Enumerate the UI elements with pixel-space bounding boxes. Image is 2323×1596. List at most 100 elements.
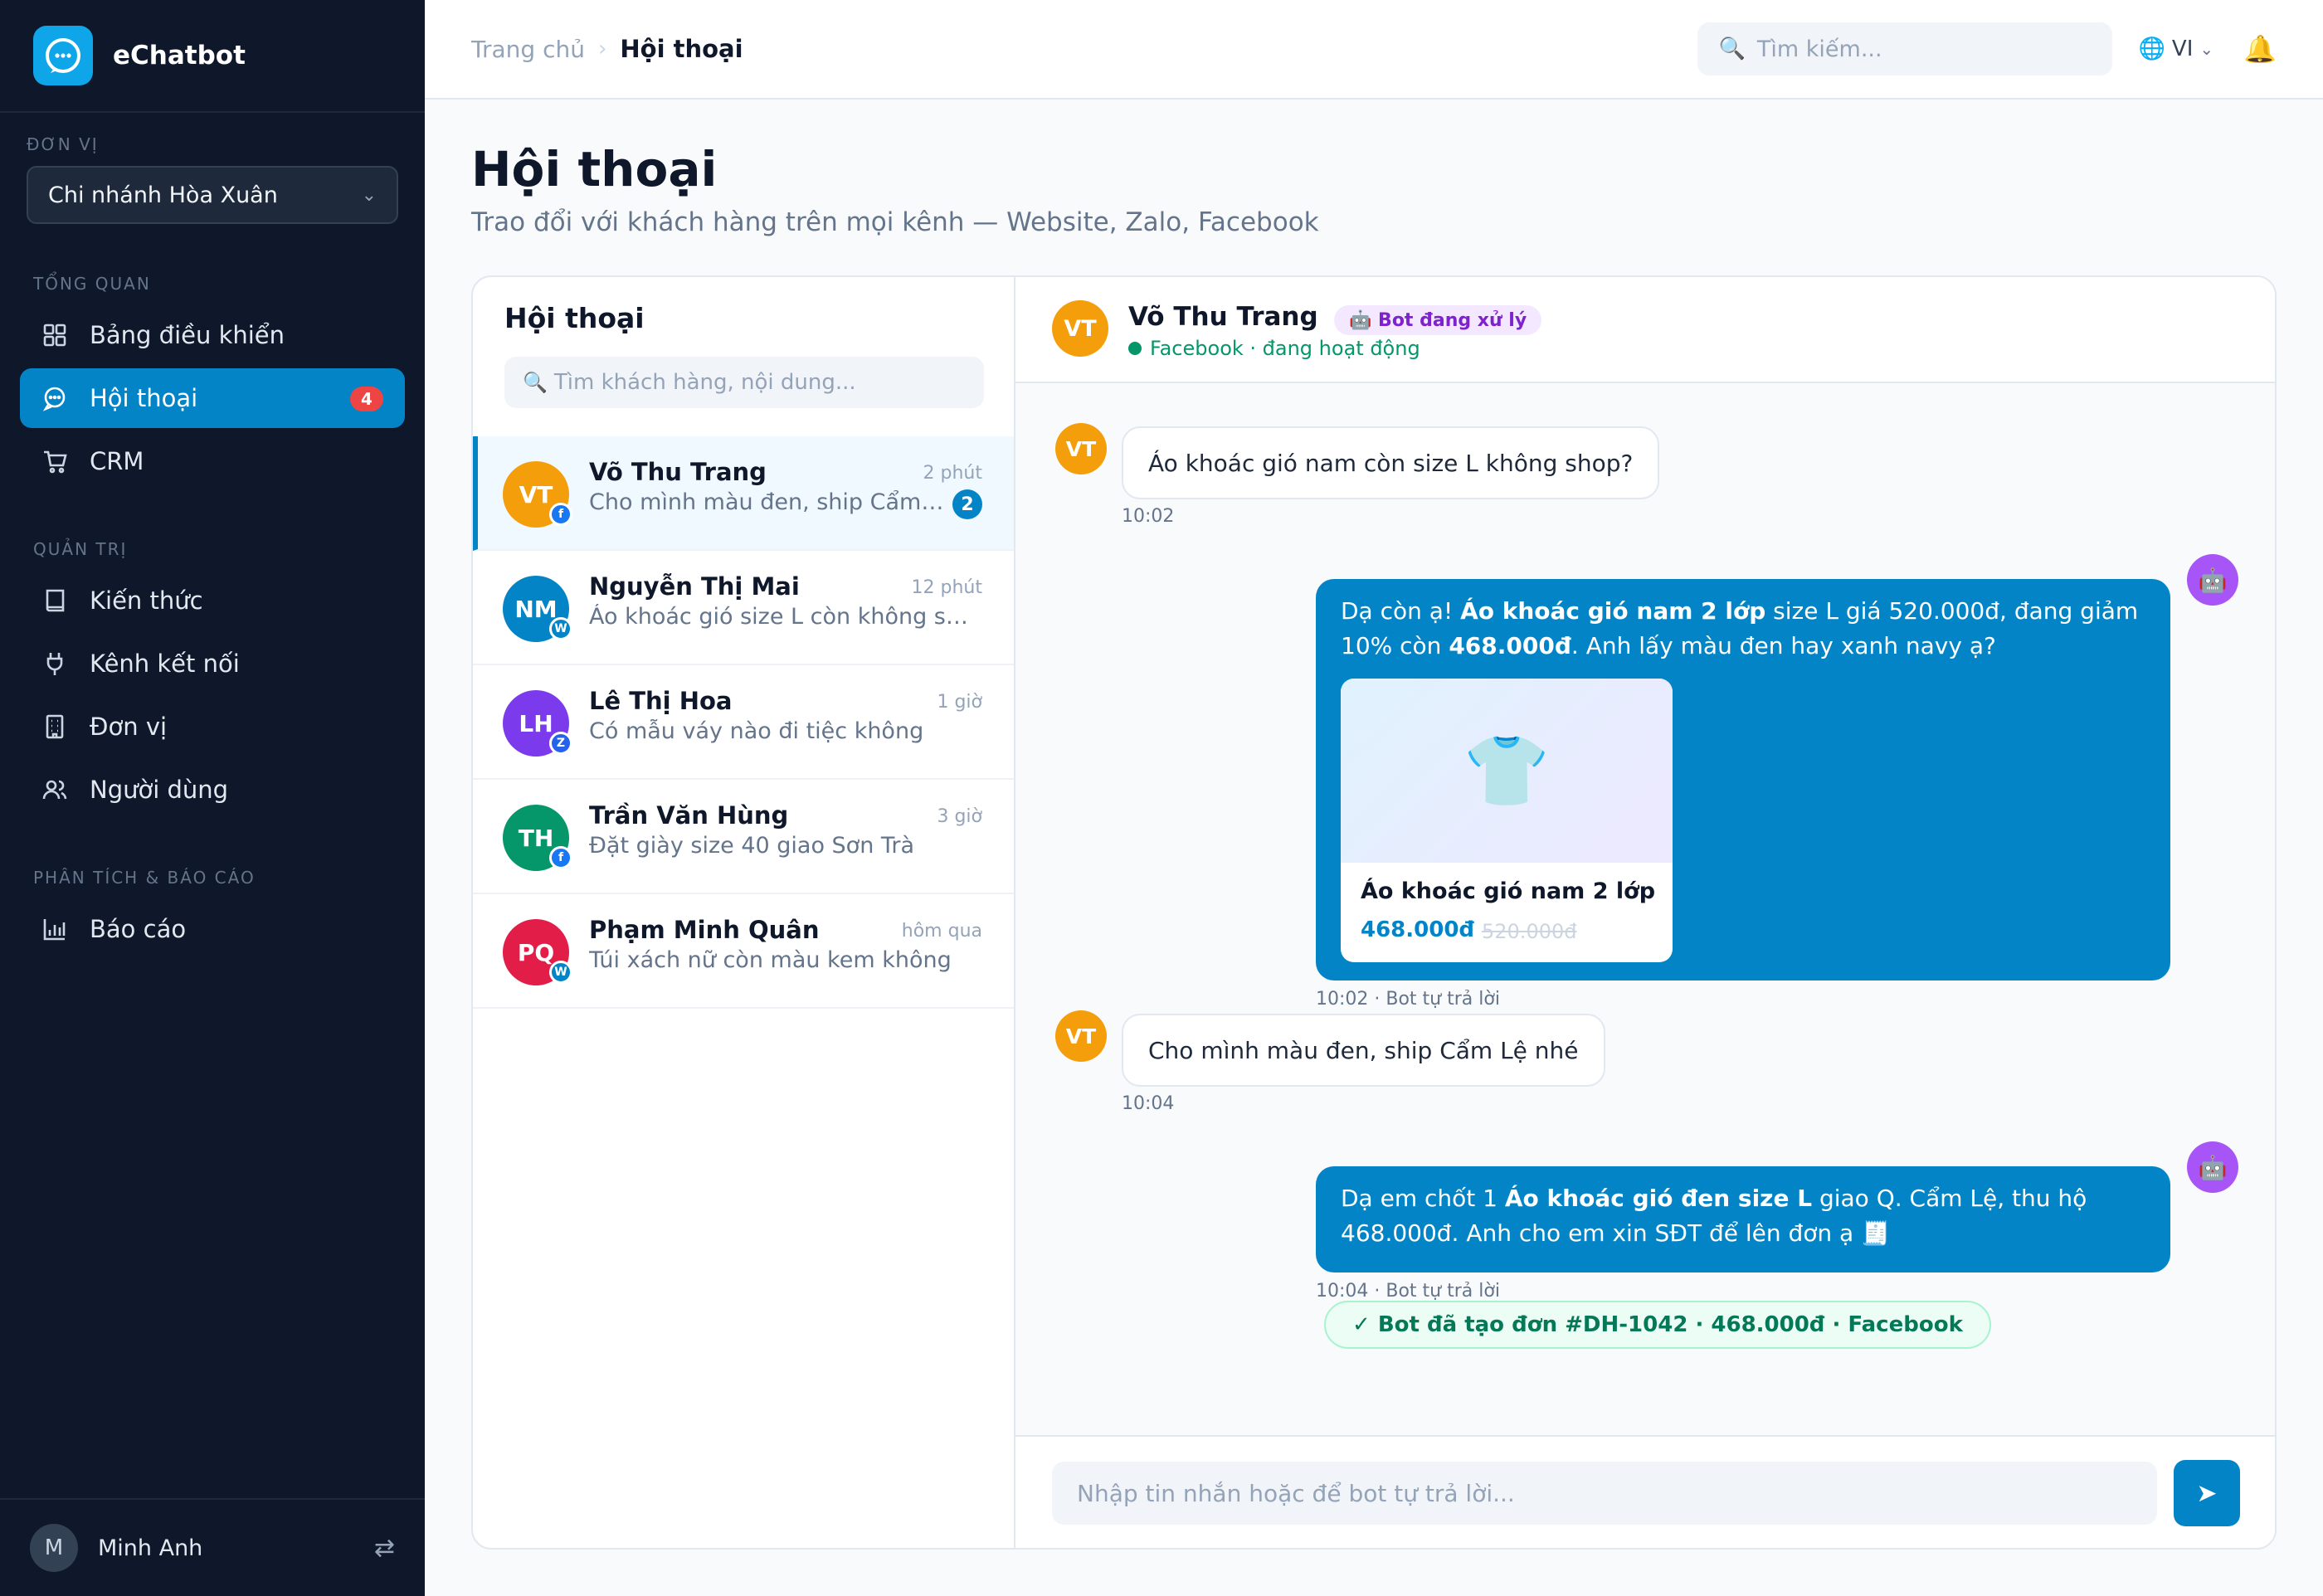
- send-button[interactable]: ➤: [2174, 1460, 2240, 1526]
- search-icon: 🔍: [1718, 36, 1746, 61]
- plug-icon: [40, 649, 70, 679]
- message-time: 10:02: [1122, 506, 1175, 527]
- message-time: 1 giờ: [937, 692, 982, 713]
- bar-chart-icon: [40, 914, 70, 944]
- message-text-part: Dạ còn ạ!: [1341, 597, 1461, 625]
- chat-panel: VT Võ Thu Trang 🤖 Bot đang xử lý Faceboo…: [1015, 277, 2275, 1548]
- conversation-search-input[interactable]: 🔍 Tìm khách hàng, nội dung...: [504, 357, 984, 408]
- product-image: 👕: [1341, 679, 1673, 863]
- message-time: 12 phút: [911, 577, 982, 598]
- bot-avatar: 🤖: [2187, 554, 2238, 606]
- sidebar-item-knowledge[interactable]: Kiến thức: [20, 571, 405, 630]
- avatar: VT: [1055, 423, 1107, 474]
- message-text-bold: Áo khoác gió nam 2 lớp: [1460, 597, 1766, 625]
- list-item[interactable]: TH f Trần Văn Hùng 3 giờ Đặt giày size 4…: [473, 780, 1014, 894]
- sidebar-item-reports[interactable]: Báo cáo: [20, 899, 405, 959]
- sidebar-item-label: Hội thoại: [90, 384, 198, 412]
- sidebar-item-label: Người dùng: [90, 776, 229, 804]
- breadcrumb: Trang chủ › Hội thoại: [471, 35, 743, 63]
- product-name: Áo khoác gió nam 2 lớp: [1361, 878, 1656, 904]
- bot-status-badge: 🤖 Bot đang xử lý: [1334, 305, 1542, 335]
- product-card[interactable]: 👕 Áo khoác gió nam 2 lớp 468.000đ 520.00…: [1341, 679, 1673, 962]
- breadcrumb-home-link[interactable]: Trang chủ: [471, 36, 585, 63]
- conversations-card: Hội thoại 🔍 Tìm khách hàng, nội dung... …: [471, 275, 2277, 1550]
- switch-account-icon[interactable]: ⇄: [374, 1534, 395, 1563]
- send-icon: ➤: [2196, 1478, 2218, 1508]
- unit-select[interactable]: Chi nhánh Hòa Xuân ⌄: [27, 166, 398, 224]
- list-item[interactable]: PQ W Phạm Minh Quân hôm qua Túi xách nữ …: [473, 894, 1014, 1009]
- topbar-actions: 🔍 Tìm kiếm... 🌐 VI ⌄ 🔔: [1697, 22, 2277, 75]
- message-preview: Cho mình màu đen, ship Cẩm Lệ nhé: [589, 489, 949, 515]
- chevron-down-icon: ⌄: [2199, 39, 2214, 59]
- unread-count-badge: 4: [350, 387, 383, 411]
- chat-contact-name: Võ Thu Trang: [1128, 302, 1318, 332]
- sidebar-item-label: CRM: [90, 447, 144, 475]
- sidebar-item-label: Báo cáo: [90, 915, 187, 943]
- sidebar-item-dashboard[interactable]: Bảng điều khiển: [20, 305, 405, 365]
- online-dot-icon: [1128, 342, 1142, 355]
- message-text: Dạ còn ạ! Áo khoác gió nam 2 lớp size L …: [1341, 594, 2145, 664]
- website-icon: W: [549, 617, 572, 640]
- language-switcher[interactable]: 🌐 VI ⌄: [2139, 36, 2214, 61]
- contact-name: Lê Thị Hoa: [589, 687, 733, 715]
- message-time: 3 giờ: [937, 806, 982, 827]
- message-time: 10:02 · Bot tự trả lời: [1316, 989, 1500, 1010]
- unit-select-value: Chi nhánh Hòa Xuân: [48, 182, 278, 208]
- sidebar-item-crm[interactable]: CRM: [20, 431, 405, 491]
- message-time: 10:04: [1122, 1093, 1175, 1114]
- order-created-notice[interactable]: ✓ Bot đã tạo đơn #DH-1042 · 468.000đ · F…: [1324, 1301, 1991, 1349]
- contact-name: Trần Văn Hùng: [589, 801, 789, 830]
- website-icon: W: [549, 961, 572, 984]
- list-item[interactable]: NM W Nguyễn Thị Mai 12 phút Áo khoác gió…: [473, 551, 1014, 665]
- page-title: Hội thoại: [471, 141, 718, 197]
- sidebar-item-conversations[interactable]: Hội thoại 4: [20, 368, 405, 428]
- message-time: 10:04 · Bot tự trả lời: [1316, 1281, 1500, 1302]
- global-search-input[interactable]: 🔍 Tìm kiếm...: [1697, 22, 2112, 75]
- conversation-list-title: Hội thoại: [504, 302, 645, 334]
- zalo-icon: Z: [549, 732, 572, 755]
- product-price: 468.000đ: [1361, 917, 1475, 942]
- avatar: VT: [1055, 1010, 1107, 1062]
- language-code: VI: [2171, 36, 2194, 61]
- section-label-reports: PHÂN TÍCH & BÁO CÁO: [33, 868, 256, 888]
- message-preview: Túi xách nữ còn màu kem không: [589, 947, 952, 973]
- bell-icon[interactable]: 🔔: [2243, 33, 2277, 65]
- cart-icon: [40, 446, 70, 476]
- chat-icon: [40, 383, 70, 413]
- bot-avatar: 🤖: [2187, 1141, 2238, 1193]
- message-time: 2 phút: [923, 463, 982, 484]
- bot-message: Dạ còn ạ! Áo khoác gió nam 2 lớp size L …: [1316, 579, 2170, 980]
- globe-icon: 🌐: [2138, 36, 2165, 61]
- list-item[interactable]: LH Z Lê Thị Hoa 1 giờ Có mẫu váy nào đi …: [473, 665, 1014, 780]
- user-bar[interactable]: M Minh Anh ⇄: [0, 1498, 425, 1596]
- topbar: Trang chủ › Hội thoại 🔍 Tìm kiếm... 🌐 VI…: [425, 0, 2323, 100]
- contact-name: Phạm Minh Quân: [589, 916, 820, 944]
- message-input[interactable]: Nhập tin nhắn hoặc để bot tự trả lời...: [1052, 1462, 2157, 1525]
- chatbot-logo-icon: [33, 26, 93, 85]
- sidebar-item-users[interactable]: Người dùng: [20, 760, 405, 820]
- message-preview: Có mẫu váy nào đi tiệc không: [589, 718, 924, 744]
- unit-selector-block: ĐƠN VỊ Chi nhánh Hòa Xuân ⌄: [0, 113, 425, 224]
- tshirt-icon: 👕: [1463, 730, 1551, 811]
- conversation-list: VT f Võ Thu Trang 2 phút Cho mình màu đe…: [473, 436, 1014, 1009]
- sidebar-item-units[interactable]: Đơn vị: [20, 697, 405, 757]
- sidebar: eChatbot ĐƠN VỊ Chi nhánh Hòa Xuân ⌄ TỔN…: [0, 0, 425, 1596]
- message-text: Áo khoác gió nam còn size L không shop?: [1148, 449, 1634, 477]
- conversation-list-panel: Hội thoại 🔍 Tìm khách hàng, nội dung... …: [473, 277, 1015, 1548]
- search-icon: 🔍: [523, 371, 548, 394]
- bot-message: Dạ em chốt 1 Áo khoác gió đen size L gia…: [1316, 1166, 2170, 1272]
- users-icon: [40, 775, 70, 805]
- contact-name: Võ Thu Trang: [589, 458, 767, 486]
- section-label-admin: QUẢN TRỊ: [33, 539, 128, 559]
- contact-name: Nguyễn Thị Mai: [589, 572, 800, 601]
- brand[interactable]: eChatbot: [0, 0, 425, 113]
- list-item[interactable]: VT f Võ Thu Trang 2 phút Cho mình màu đe…: [473, 436, 1014, 551]
- message-text-part: . Anh lấy màu đen hay xanh navy ạ?: [1571, 632, 1996, 659]
- grid-icon: [40, 320, 70, 350]
- sidebar-item-label: Bảng điều khiển: [90, 321, 285, 349]
- message-thread: VT Áo khoác gió nam còn size L không sho…: [1015, 383, 2275, 1435]
- sidebar-item-channels[interactable]: Kênh kết nối: [20, 634, 405, 693]
- user-name: Minh Anh: [98, 1535, 203, 1561]
- breadcrumb-separator-icon: ›: [597, 36, 607, 61]
- chat-status-text: Facebook · đang hoạt động: [1150, 337, 1420, 360]
